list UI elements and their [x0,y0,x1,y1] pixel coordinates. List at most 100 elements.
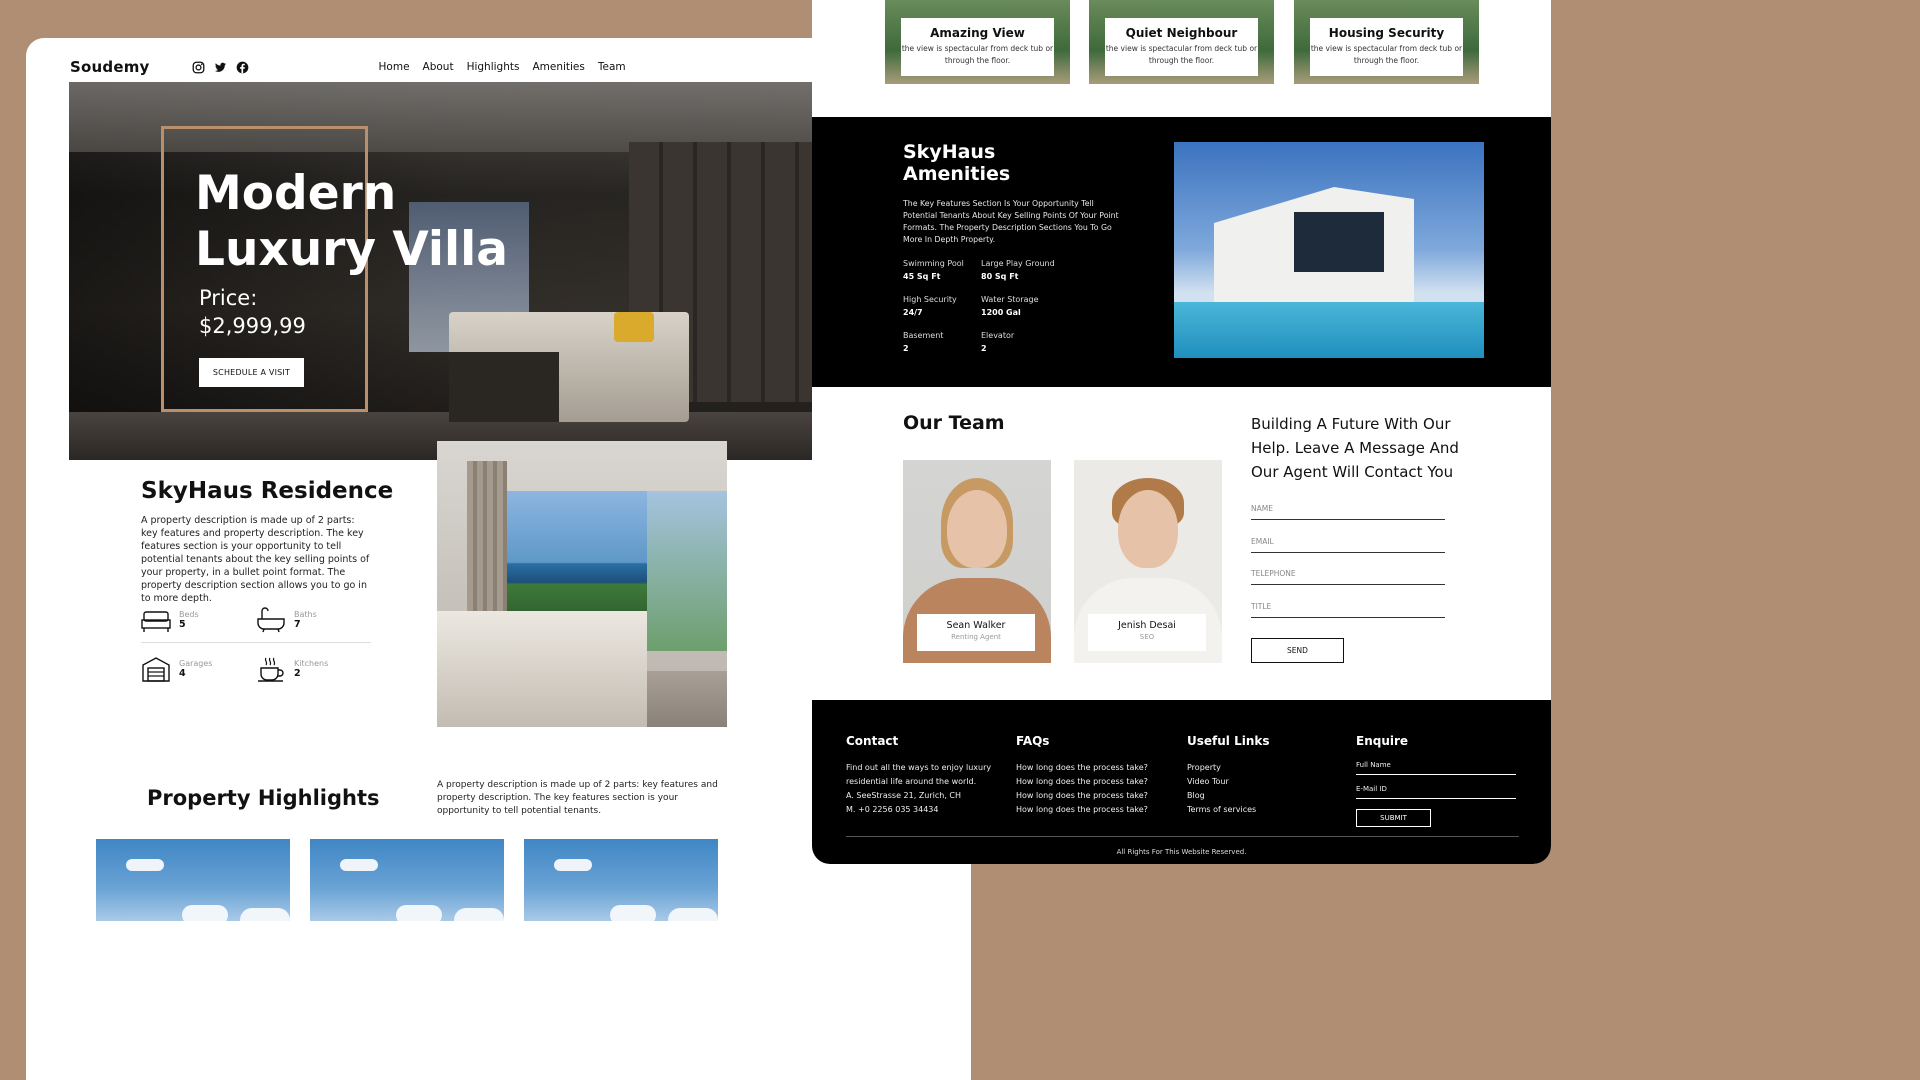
footer-link-property[interactable]: Property [1187,761,1270,775]
bedroom-window [507,491,647,621]
telephone-field[interactable]: TELEPHONE [1251,569,1445,585]
amenity-label: Water Storage [981,295,1039,304]
amenity-item: Water Storage 1200 Gal [981,295,1101,317]
enquire-email-input[interactable]: E-Mail ID [1356,785,1516,799]
social-links [192,61,249,74]
footer-text: residential life around the world. [846,777,977,786]
hero-image-bed-throw [449,352,559,422]
amenities-description: The Key Features Section Is Your Opportu… [903,199,1119,244]
highlight-card-body: Housing Security the view is spectacular… [1310,18,1463,76]
instagram-icon[interactable] [192,61,205,74]
amenity-value: 2 [981,344,987,353]
member-role: Renting Agent [951,633,1001,641]
feature-value: 5 [179,619,186,630]
residence-bedroom-photo [437,441,727,727]
amenity-label: Large Play Ground [981,259,1055,268]
amenities-section: SkyHaus Amenities The Key Features Secti… [812,117,1551,387]
hero-banner: Modern Luxury Villa Price: $2,999,99 SCHE… [69,82,928,460]
footer-heading: Enquire [1356,734,1409,748]
highlight-card: Amazing View the view is spectacular fro… [885,0,1070,84]
schedule-visit-button[interactable]: SCHEDULE A VISIT [199,358,304,387]
footer-phone: M. +0 2256 035 34434 [846,805,939,814]
feature-kitchens: Kitchens 2 [256,655,371,683]
bed-icon [141,611,171,632]
amenity-label: Elevator [981,331,1015,340]
main-menu: Home About Highlights Amenities Team [379,61,626,73]
footer-heading: Contact [846,734,899,748]
footer-link-blog[interactable]: Blog [1187,789,1270,803]
email-field[interactable]: EMAIL [1251,537,1445,553]
property-features: Beds 5 Baths 7 Garages 4 Kitchens 2 [141,606,371,691]
highlights-description: A property description is made up of 2 p… [437,780,718,816]
menu-item-amenities[interactable]: Amenities [532,61,584,73]
faq-link[interactable]: How long does the process take? [1016,803,1148,817]
footer-enquire: Enquire Full Name E-Mail ID SUBMIT [1356,734,1516,827]
facebook-icon[interactable] [236,61,249,74]
amenity-item: Basement 2 [903,331,981,353]
amenity-value: 2 [903,344,909,353]
top-navbar: Soudemy Home About Highlights Amenities … [70,50,928,84]
highlight-card-text: the view is spectacular from deck tub or… [901,44,1054,65]
contact-form-title: Building A Future With Our Help. Leave A… [1251,415,1459,481]
enquire-submit-button[interactable]: SUBMIT [1356,809,1431,827]
garage-icon [142,657,170,682]
homepage-mockup-right: Amazing View the view is spectacular fro… [812,0,1551,864]
twitter-icon[interactable] [214,61,227,74]
coffee-cup-icon [258,657,284,682]
bedroom-bed [437,611,647,727]
features-row: Beds 5 Baths 7 [141,606,371,643]
villa-pool-photo [1174,142,1484,358]
footer-heading: FAQs [1016,734,1050,748]
highlight-sky-photo [310,839,504,921]
menu-item-team[interactable]: Team [598,61,626,73]
amenities-title: SkyHaus Amenities [903,141,1011,185]
amenity-label: High Security [903,295,957,304]
menu-item-home[interactable]: Home [379,61,410,73]
amenity-item: Elevator 2 [981,331,1101,353]
residence-description: A property description is made up of 2 p… [141,515,370,604]
faq-link[interactable]: How long does the process take? [1016,775,1148,789]
amenity-item: High Security 24/7 [903,295,981,317]
features-row: Garages 4 Kitchens 2 [141,655,371,691]
member-photo-face [1118,490,1178,568]
menu-item-about[interactable]: About [423,61,454,73]
amenity-label: Swimming Pool [903,259,964,268]
amenities-list: Swimming Pool 45 Sq Ft Large Play Ground 8… [903,259,1101,353]
highlight-card-title: Housing Security [1328,26,1445,40]
member-name: Sean Walker [946,620,1006,631]
villa-pool [1174,302,1484,358]
hero-title: Modern Luxury Villa [195,166,508,277]
footer-divider [846,836,1519,837]
footer-faqs: FAQs How long does the process take? How… [1016,734,1148,817]
team-member-card[interactable]: Sean Walker Renting Agent [903,460,1051,663]
footer-contact: Contact Find out all the ways to enjoy l… [846,734,991,817]
member-name: Jenish Desai [1118,620,1176,631]
feature-value: 7 [294,619,301,630]
highlight-card: Housing Security the view is spectacular… [1294,0,1479,84]
feature-value: 2 [294,668,301,679]
feature-baths: Baths 7 [256,606,371,634]
menu-item-highlights[interactable]: Highlights [467,61,520,73]
amenity-value: 24/7 [903,308,923,317]
hero-price: $2,999,99 [199,314,306,338]
feature-garages: Garages 4 [141,655,256,683]
team-member-card[interactable]: Jenish Desai SEO [1074,460,1222,663]
site-logo[interactable]: Soudemy [70,58,150,76]
highlight-sky-photo [524,839,718,921]
footer-link-video-tour[interactable]: Video Tour [1187,775,1270,789]
footer-link-terms[interactable]: Terms of services [1187,803,1270,817]
villa-glass-facade [1294,212,1384,272]
title-field[interactable]: TITLE [1251,602,1445,618]
site-footer: Contact Find out all the ways to enjoy l… [812,700,1551,864]
member-badge: Jenish Desai SEO [1088,614,1206,651]
name-field[interactable]: NAME [1251,504,1445,520]
amenity-value: 80 Sq Ft [981,272,1019,281]
highlight-card-body: Amazing View the view is spectacular fro… [901,18,1054,76]
feature-value: 4 [179,668,186,679]
faq-link[interactable]: How long does the process take? [1016,789,1148,803]
highlight-card-text: the view is spectacular from deck tub or… [1105,44,1258,65]
faq-link[interactable]: How long does the process take? [1016,761,1148,775]
send-button[interactable]: SEND [1251,638,1344,663]
enquire-full-name-input[interactable]: Full Name [1356,761,1516,775]
amenity-value: 45 Sq Ft [903,272,941,281]
